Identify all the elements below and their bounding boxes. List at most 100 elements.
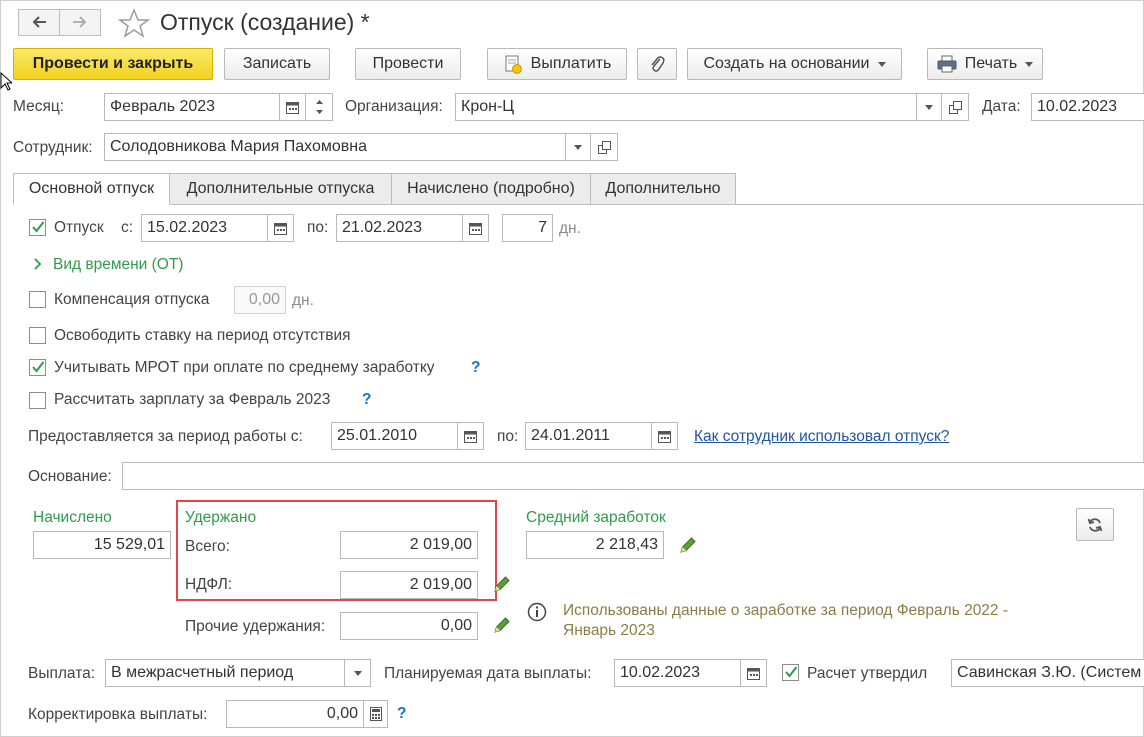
basis-label: Основание: [28,468,112,485]
arrow-left-icon [32,16,46,28]
tab-accrued-detailed[interactable]: Начислено (подробно) [391,173,591,205]
calendar-icon [469,222,482,235]
work-period-from-field[interactable]: 25.01.2010 [331,422,458,450]
refresh-icon [1087,517,1103,532]
approved-by-field[interactable]: Савинская З.Ю. (Систем [951,659,1144,687]
back-button[interactable] [18,9,60,36]
calendar-icon [464,430,477,443]
refresh-button[interactable] [1076,508,1114,541]
vacation-to-field[interactable]: 21.02.2023 [336,214,463,242]
print-button-label: Печать [964,55,1018,72]
employee-dropdown-button[interactable] [565,133,591,161]
other-withholdings-edit-pencil-icon[interactable] [492,615,512,635]
dropdown-arrow-icon [574,144,582,150]
ndfl-edit-pencil-icon[interactable] [492,574,512,594]
post-button[interactable]: Провести [355,48,461,80]
pay-button[interactable]: Выплатить [487,48,627,80]
post-and-close-button[interactable]: Провести и закрыть [13,48,213,80]
pay-button-label: Выплатить [530,55,612,72]
paperclip-icon [651,56,665,72]
organization-field[interactable]: Крон-Ц [455,93,917,121]
open-form-icon [597,140,611,154]
withheld-total-label: Всего: [185,538,230,555]
pay-document-icon [505,55,522,74]
time-type-group[interactable]: Вид времени (ОТ) [53,256,183,274]
withheld-total-field[interactable]: 2 019,00 [340,531,478,559]
payment-field[interactable]: В межрасчетный период [105,659,345,687]
star-icon[interactable] [118,8,150,38]
work-period-from-calendar-button[interactable] [457,422,484,450]
other-withholdings-label: Прочие удержания: [185,618,326,635]
vacation-to-label: по: [307,219,329,236]
compensation-days-field[interactable]: 0,00 [234,286,286,314]
checkmark-icon [32,221,45,233]
tab-additional-vacations[interactable]: Дополнительные отпуска [169,173,392,205]
date-label: Дата: [982,98,1021,115]
correction-calculator-button[interactable] [363,700,388,728]
correction-field[interactable]: 0,00 [226,700,364,728]
organization-dropdown-button[interactable] [916,93,942,121]
vacation-usage-link[interactable]: Как сотрудник использовал отпуск? [694,428,949,446]
employee-label: Сотрудник: [13,139,93,156]
mouse-cursor-icon [0,72,12,91]
correction-help-icon[interactable]: ? [397,705,406,723]
compensation-days-unit: дн. [292,292,314,309]
create-based-on-button[interactable]: Создать на основании [687,48,902,80]
work-period-label: Предоставляется за период работы с: [28,428,303,445]
approved-checkbox[interactable] [782,664,799,681]
forward-button[interactable] [59,9,101,36]
free-rate-checkbox[interactable] [29,327,46,344]
free-rate-label: Освободить ставку на период отсутствия [54,327,351,344]
ndfl-label: НДФЛ: [185,576,233,593]
month-spinner[interactable] [305,93,333,121]
approved-label: Расчет утвердил [807,665,928,682]
vacation-from-field[interactable]: 15.02.2023 [141,214,268,242]
vacation-checkbox[interactable] [29,219,46,236]
other-withholdings-field[interactable]: 0,00 [340,612,478,640]
vacation-label: Отпуск [54,219,104,236]
vacation-days-unit: дн. [559,220,581,237]
vacation-to-calendar-button[interactable] [462,214,489,242]
vacation-days-field[interactable]: 7 [502,214,553,242]
print-button[interactable]: Печать [927,48,1043,80]
month-field[interactable]: Февраль 2023 [104,93,280,121]
save-button[interactable]: Записать [224,48,330,80]
vacation-from-label: с: [121,219,134,236]
organization-open-button[interactable] [941,93,969,121]
work-period-to-calendar-button[interactable] [651,422,678,450]
payment-dropdown-button[interactable] [344,659,371,687]
info-icon [527,602,547,622]
calc-salary-checkbox[interactable] [29,392,46,409]
average-earnings-field[interactable]: 2 218,43 [526,531,664,559]
planned-date-field[interactable]: 10.02.2023 [614,659,741,687]
compensation-checkbox[interactable] [29,291,46,308]
ndfl-field[interactable]: 2 019,00 [340,571,478,599]
checkmark-icon [785,666,798,678]
average-earnings-edit-pencil-icon[interactable] [678,535,698,555]
payment-label: Выплата: [28,665,96,682]
vacation-from-calendar-button[interactable] [267,214,294,242]
attach-button[interactable] [637,48,677,80]
correction-label: Корректировка выплаты: [28,706,208,723]
accrued-field[interactable]: 15 529,01 [33,531,171,559]
tab-main-vacation[interactable]: Основной отпуск [13,173,170,205]
chevron-right-icon[interactable] [33,257,43,271]
accrued-heading: Начислено [33,509,112,526]
open-form-icon [948,100,962,114]
mrot-help-icon[interactable]: ? [471,359,480,377]
tab-additional[interactable]: Дополнительно [590,173,736,205]
compensation-label: Компенсация отпуска [54,291,210,308]
calc-salary-label: Рассчитать зарплату за Февраль 2023 [54,391,331,408]
calculator-icon [369,707,382,721]
basis-field[interactable] [122,462,1144,490]
planned-date-calendar-button[interactable] [740,659,767,687]
calc-salary-help-icon[interactable]: ? [362,391,371,409]
average-info-line1: Использованы данные о заработке за перио… [563,602,1009,619]
dropdown-arrow-icon [877,61,886,67]
month-calendar-button[interactable] [279,93,306,121]
mrot-checkbox[interactable] [29,359,46,376]
date-field[interactable]: 10.02.2023 [1031,93,1144,121]
work-period-to-field[interactable]: 24.01.2011 [525,422,652,450]
employee-open-button[interactable] [590,133,618,161]
employee-field[interactable]: Солодовникова Мария Пахомовна [104,133,566,161]
